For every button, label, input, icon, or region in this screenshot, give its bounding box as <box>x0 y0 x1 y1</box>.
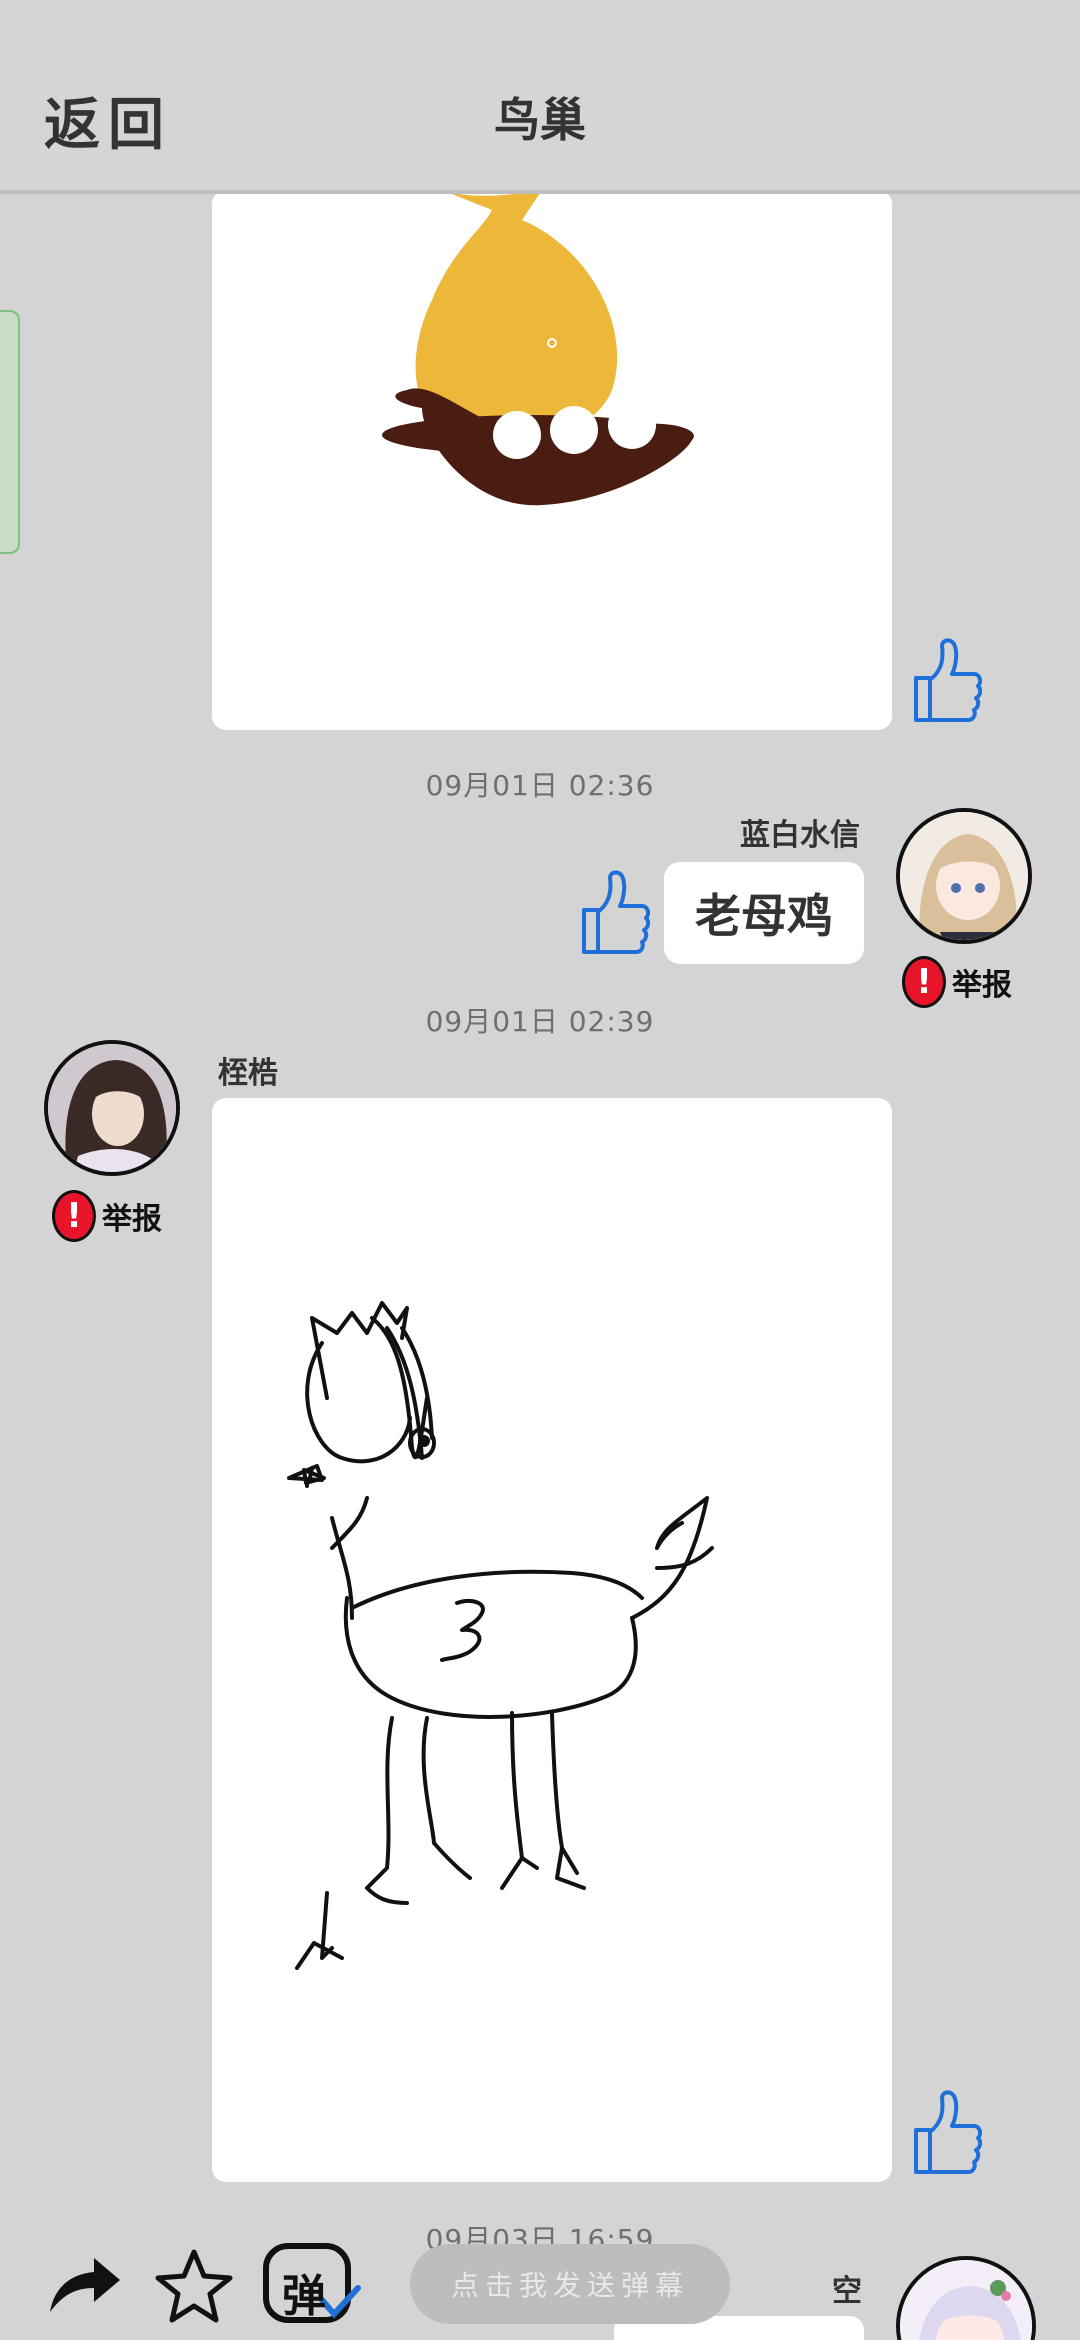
like-icon[interactable] <box>906 2088 983 2178</box>
bottom-toolbar: 弹 点击我发送弹幕 <box>0 2230 1080 2340</box>
share-icon[interactable] <box>44 2250 124 2320</box>
chicken-drawing-image <box>287 1301 714 1970</box>
star-icon[interactable] <box>154 2246 234 2326</box>
nest-drawing-image <box>382 190 694 506</box>
avatar[interactable] <box>44 1040 180 1176</box>
top-bar: 返回 鸟巢 <box>0 0 1080 194</box>
username-label: 蓝白水信 <box>740 818 860 853</box>
danmu-input[interactable]: 点击我发送弹幕 <box>410 2244 730 2324</box>
side-drawer-handle[interactable] <box>0 310 20 554</box>
text-message-bubble[interactable]: 老母鸡 <box>664 862 864 964</box>
like-icon[interactable] <box>906 636 983 726</box>
alert-icon: ! <box>52 1190 96 1242</box>
image-message-nest[interactable] <box>212 190 892 730</box>
message-timestamp: 09月01日 02:39 <box>425 1005 655 1038</box>
report-button[interactable]: ! 举报 <box>52 1190 162 1242</box>
image-message-chicken[interactable] <box>212 1098 892 2182</box>
like-icon[interactable] <box>574 868 651 958</box>
message-timestamp: 09月01日 02:36 <box>425 769 655 802</box>
chat-screen: 返回 鸟巢 09月01日 02:36 蓝白水信 老母鸡 ! 举报 09月01日 … <box>0 0 1080 2340</box>
danmu-toggle-icon[interactable]: 弹 <box>262 2240 362 2330</box>
username-label: 桎梏 <box>218 1056 278 1091</box>
page-title: 鸟巢 <box>494 93 586 147</box>
avatar[interactable] <box>896 808 1032 944</box>
